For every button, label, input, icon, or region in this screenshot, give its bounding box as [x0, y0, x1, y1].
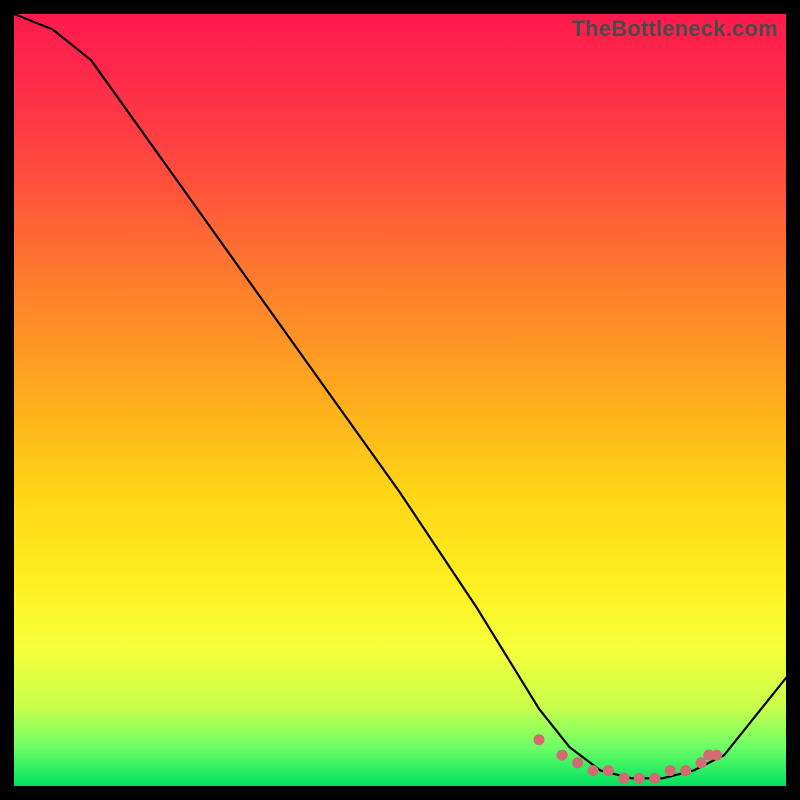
- curve-marker: [618, 773, 629, 784]
- plot-area: TheBottleneck.com: [14, 14, 786, 786]
- curve-marker: [634, 773, 645, 784]
- curve-marker: [534, 734, 545, 745]
- bottleneck-curve: [14, 14, 786, 786]
- chart-frame: TheBottleneck.com: [0, 0, 800, 800]
- curve-marker: [572, 757, 583, 768]
- curve-marker: [665, 765, 676, 776]
- curve-marker: [588, 765, 599, 776]
- marker-group: [534, 734, 723, 784]
- curve-marker: [711, 750, 722, 761]
- curve-marker: [680, 765, 691, 776]
- curve-marker: [603, 765, 614, 776]
- curve-path: [14, 14, 786, 778]
- curve-marker: [557, 750, 568, 761]
- curve-marker: [649, 773, 660, 784]
